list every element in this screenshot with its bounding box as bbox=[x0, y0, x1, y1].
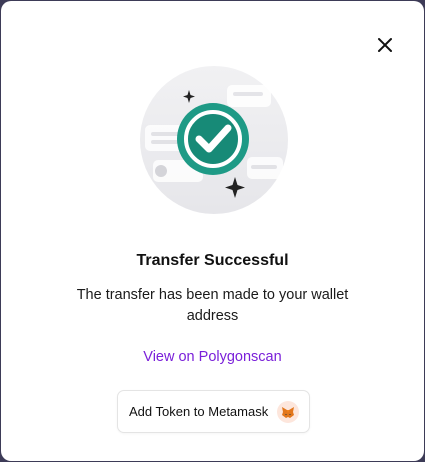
close-icon bbox=[378, 38, 392, 52]
transfer-success-modal: Transfer Successful The transfer has bee… bbox=[1, 1, 424, 461]
add-token-label: Add Token to Metamask bbox=[129, 404, 269, 419]
add-token-to-metamask-button[interactable]: Add Token to Metamask bbox=[117, 390, 310, 433]
check-circle-icon bbox=[177, 103, 249, 175]
close-button[interactable] bbox=[373, 33, 397, 57]
success-illustration bbox=[140, 66, 288, 214]
modal-message: The transfer has been made to your walle… bbox=[76, 287, 349, 324]
view-on-polygonscan-link[interactable]: View on Polygonscan bbox=[1, 349, 424, 365]
metamask-fox-icon bbox=[277, 401, 299, 423]
modal-title: Transfer Successful bbox=[136, 252, 289, 269]
